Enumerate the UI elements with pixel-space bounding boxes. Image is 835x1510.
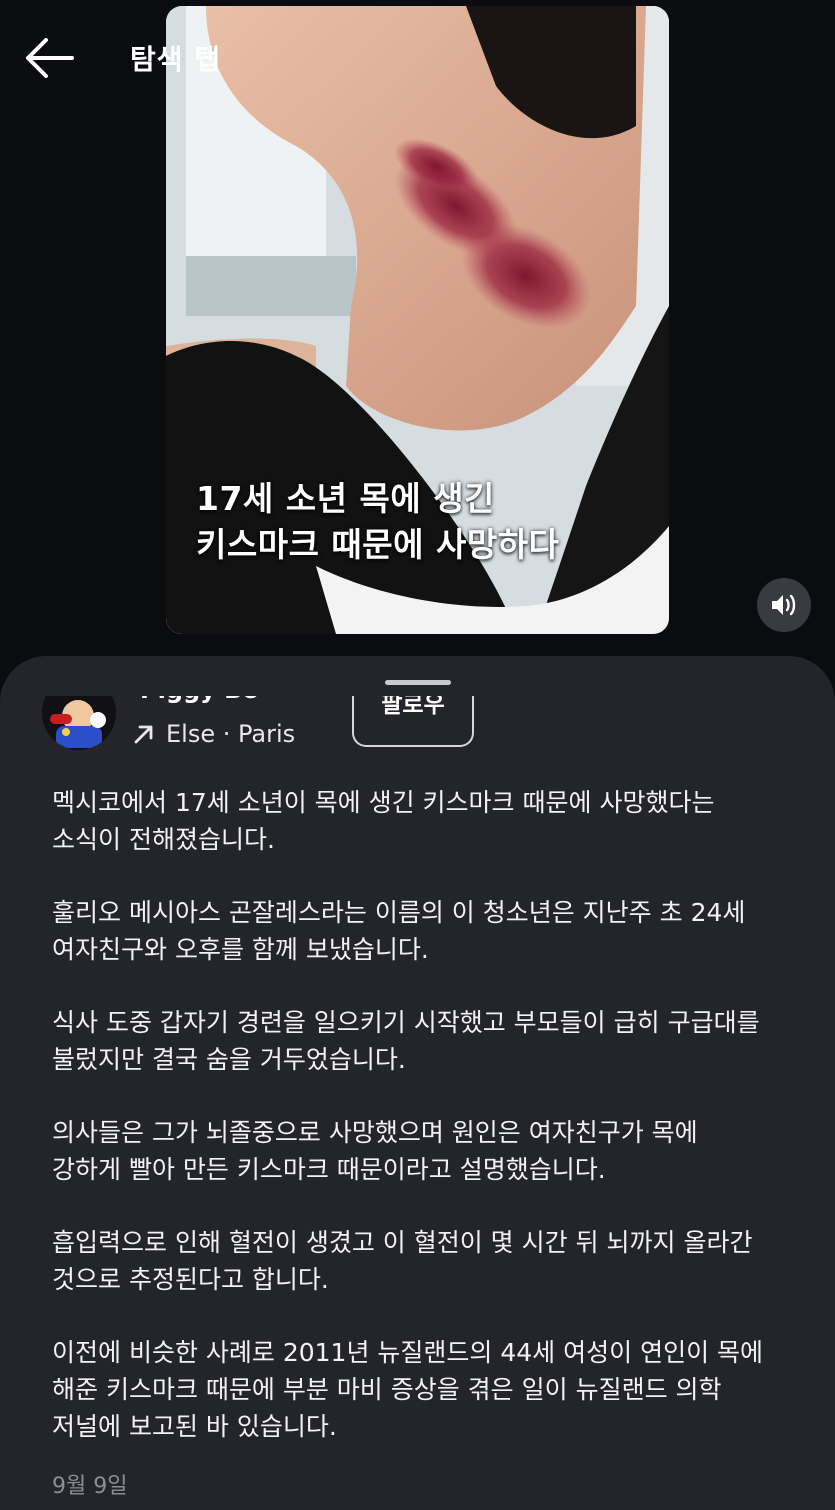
page-title: 탐색 탭 (130, 43, 222, 76)
author-name-clip[interactable]: Piggy Boy (140, 696, 260, 708)
follow-label: 팔로우 (381, 696, 445, 718)
post-paragraph: 식사 도중 갑자기 경련을 일으키기 시작했고 부모들이 급히 구급대를 불렀지… (52, 1008, 760, 1074)
post-paragraph: 멕시코에서 17세 소년이 목에 생긴 키스마크 때문에 사망했다는 소식이 전… (52, 788, 715, 854)
author-name: Piggy Boy (140, 696, 260, 704)
post-paragraph: 훌리오 메시아스 곤잘레스라는 이름의 이 청소년은 지난주 초 24세 여자친… (52, 898, 746, 964)
media-caption: 17세 소년 목에 생긴 키스마크 때문에 사망하다 (196, 476, 559, 568)
screen: 17세 소년 목에 생긴 키스마크 때문에 사망하다 탐색 탭 Else · P… (0, 0, 835, 1510)
post-media-image[interactable]: 17세 소년 목에 생긴 키스마크 때문에 사망하다 (166, 6, 669, 634)
speaker-icon (772, 594, 796, 616)
post-paragraph: 이전에 비슷한 사례로 2011년 뉴질랜드의 44세 여성이 연인이 목에 해… (52, 1338, 764, 1441)
post-body: 멕시코에서 17세 소년이 목에 생긴 키스마크 때문에 사망했다는 소식이 전… (52, 784, 802, 1481)
avatar[interactable] (42, 696, 116, 750)
follow-button[interactable]: 팔로우 (352, 696, 474, 747)
sound-toggle-button[interactable] (757, 578, 811, 632)
location-label: Else · Paris (166, 720, 296, 748)
arrow-up-right-icon (134, 725, 153, 744)
location-tag[interactable]: Else · Paris (132, 720, 295, 748)
post-date: 9월 9일 (52, 1474, 128, 1499)
sheet-drag-handle[interactable] (385, 680, 451, 685)
caption-line-1: 17세 소년 목에 생긴 (196, 479, 495, 518)
avatar-image (42, 696, 116, 750)
back-button[interactable] (22, 36, 76, 80)
caption-line-2: 키스마크 때문에 사망하다 (196, 525, 560, 564)
post-paragraph: 의사들은 그가 뇌졸중으로 사망했으며 원인은 여자친구가 목에 강하게 빨아 … (52, 1118, 698, 1184)
arrow-left-icon (26, 38, 74, 78)
post-detail-sheet: Piggy Boy Else · Paris 팔로우 멕시코에서 17세 소년이… (0, 656, 835, 1510)
post-paragraph: 흡입력으로 인해 혈전이 생겼고 이 혈전이 몇 시간 뒤 뇌까지 올라간 것으… (52, 1228, 753, 1294)
